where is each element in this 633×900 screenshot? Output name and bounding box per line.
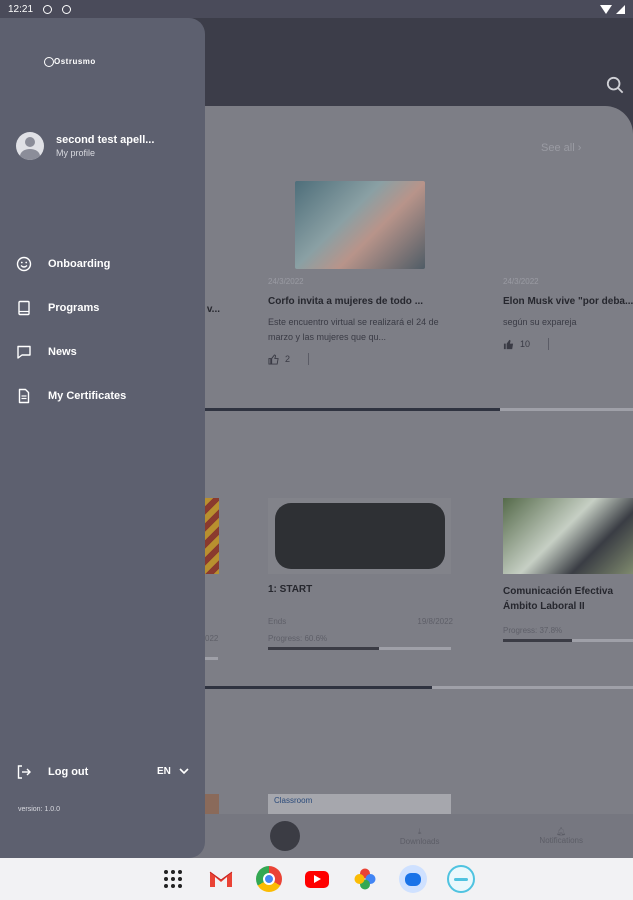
chrome-icon[interactable]: [255, 865, 283, 893]
program-ends-date: 19/8/2022: [417, 617, 453, 626]
news-description: según su expareja: [503, 317, 577, 327]
news-likes[interactable]: 10: [503, 338, 633, 350]
download-icon: ⤓: [417, 826, 422, 836]
program-card[interactable]: 1: START Ends 19/8/2022 Progress: 60.6%: [268, 498, 453, 650]
avatar: [16, 132, 44, 160]
messages-icon[interactable]: [398, 865, 427, 893]
drawer-menu: Onboarding Programs News My Certificates: [16, 242, 126, 418]
chat-icon: [17, 345, 31, 359]
program-title: 1: START: [268, 584, 313, 595]
search-icon[interactable]: [606, 76, 624, 94]
news-date: 24/3/2022: [268, 277, 304, 286]
see-all-link[interactable]: See all ›: [541, 142, 581, 154]
news-image: [295, 181, 425, 269]
program-image: [503, 498, 633, 574]
logout-button[interactable]: Log out: [16, 764, 88, 780]
navigation-drawer: Ostrusmo second test apell... My profile…: [0, 18, 205, 858]
notifications-nav-button[interactable]: 🔔︎ Notifications: [539, 827, 583, 845]
app-logo: Ostrusmo: [44, 56, 96, 67]
program-image-partial: [205, 498, 219, 574]
photos-icon[interactable]: [351, 865, 379, 893]
document-icon: [18, 388, 30, 404]
classroom-card[interactable]: Classroom: [268, 794, 451, 814]
menu-item-onboarding[interactable]: Onboarding: [16, 242, 126, 286]
signal-icon: [616, 4, 625, 14]
gmail-icon[interactable]: [207, 865, 235, 893]
notification-icon: [43, 4, 53, 14]
youtube-icon[interactable]: [303, 865, 331, 893]
book-icon: [18, 300, 30, 316]
app-status-icon: [62, 4, 72, 14]
status-time: 12:21: [8, 3, 34, 15]
smile-icon: [16, 256, 32, 272]
app-version: version: 1.0.0: [18, 806, 61, 813]
news-title: Elon Musk vive "por deba...: [503, 296, 633, 307]
app-shortcut-icon[interactable]: [446, 865, 475, 893]
program-image: [268, 498, 451, 574]
bell-icon: 🔔︎: [556, 827, 567, 836]
language-selector[interactable]: EN: [157, 766, 189, 777]
program-progress-label: Progress: 60.6%: [268, 634, 328, 643]
news-card[interactable]: 24/3/2022 Corfo invita a mujeres de todo…: [268, 181, 453, 365]
program-title: Comunicación Efectiva Ámbito Laboral II: [503, 586, 614, 612]
profile-subtitle: My profile: [56, 148, 96, 158]
program-progress-bar: [268, 647, 451, 650]
profile-name: second test apell...: [56, 134, 155, 146]
news-card[interactable]: 24/3/2022 Elon Musk vive "por deba... se…: [503, 181, 633, 350]
logout-icon: [17, 765, 31, 779]
thumbs-up-icon[interactable]: [503, 339, 514, 350]
thumbs-up-icon[interactable]: [268, 353, 279, 365]
app-drawer-icon[interactable]: [159, 865, 187, 893]
menu-item-news[interactable]: News: [16, 330, 126, 374]
news-title: Corfo invita a mujeres de todo ...: [268, 296, 424, 307]
profile-link[interactable]: second test apell... My profile: [16, 132, 154, 160]
news-date: 24/3/2022: [503, 277, 539, 286]
program-progress-label: Progress: 37.8%: [503, 626, 563, 635]
program-progress-bar: [503, 639, 633, 642]
news-scrollbar[interactable]: [205, 408, 633, 411]
programs-scrollbar[interactable]: [205, 686, 633, 689]
downloads-nav-button[interactable]: ⤓ Downloads: [400, 827, 440, 846]
wifi-icon: [600, 4, 612, 14]
news-description: Este encuentro virtual se realizará el 2…: [268, 317, 439, 342]
news-likes[interactable]: 2: [268, 353, 453, 365]
status-bar: 12:21: [0, 0, 633, 18]
chevron-down-icon: [179, 768, 189, 775]
program-ends-label: Ends: [268, 617, 287, 626]
menu-item-my-certificates[interactable]: My Certificates: [16, 374, 126, 418]
home-nav-button[interactable]: [269, 821, 300, 851]
system-taskbar: [0, 858, 633, 900]
program-card[interactable]: Comunicación Efectiva Ámbito Laboral II …: [503, 498, 633, 642]
menu-item-programs[interactable]: Programs: [16, 286, 126, 330]
